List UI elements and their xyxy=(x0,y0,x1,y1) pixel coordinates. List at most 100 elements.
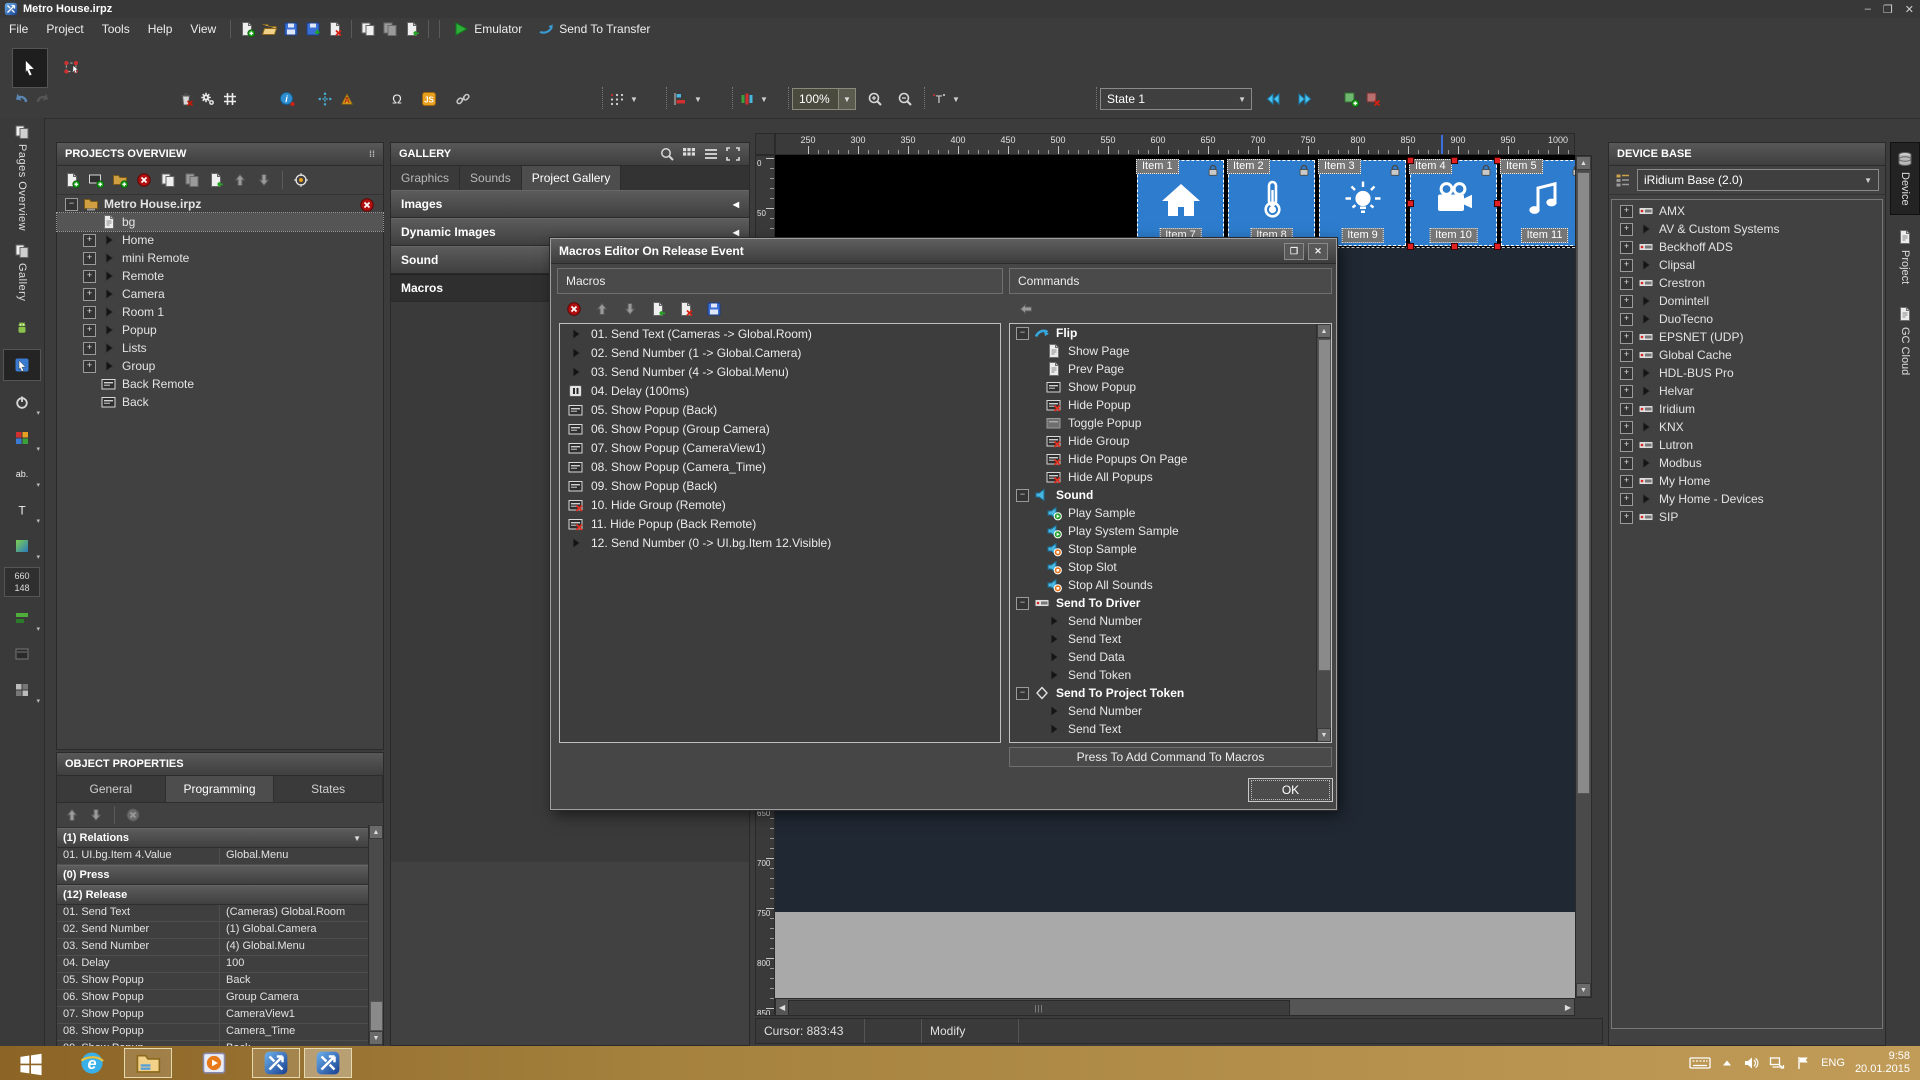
import-document-button[interactable] xyxy=(205,170,227,190)
delete-object-button[interactable] xyxy=(175,89,197,109)
macro-row[interactable]: 09. Show Popup (Back) xyxy=(560,476,1000,495)
ok-button[interactable]: OK xyxy=(1248,778,1333,802)
device-lutron[interactable]: +Lutron xyxy=(1612,436,1882,454)
group-arrow-icon[interactable]: ▼ xyxy=(353,834,361,843)
redo-button[interactable] xyxy=(32,89,54,109)
command-show-page[interactable]: Show Page xyxy=(1010,342,1331,360)
macro-row[interactable]: 02. Send Number (1 -> Global.Camera) xyxy=(560,343,1000,362)
command-hide-popups-on-page[interactable]: Hide Popups On Page xyxy=(1010,450,1331,468)
property-row[interactable]: 08. Show PopupCamera_Time xyxy=(57,1024,383,1041)
device-my-home-devices[interactable]: +My Home - Devices xyxy=(1612,490,1882,508)
device-knx[interactable]: +KNX xyxy=(1612,418,1882,436)
maximize-button[interactable]: ❐ xyxy=(1883,3,1893,16)
command-toggle-popup[interactable]: Toggle Popup xyxy=(1010,414,1331,432)
distribute-button[interactable] xyxy=(736,89,758,109)
search-button[interactable] xyxy=(659,146,675,162)
selection-handle[interactable] xyxy=(1407,243,1414,250)
expand-box-icon[interactable]: + xyxy=(1620,277,1633,290)
canvas-item-item-1[interactable]: Item 1Item 7 xyxy=(1137,160,1224,246)
macros-list[interactable]: 01. Send Text (Cameras -> Global.Room)02… xyxy=(559,323,1001,743)
tree-item-popup[interactable]: +Popup xyxy=(57,321,383,339)
expand-box-icon[interactable]: + xyxy=(83,306,96,319)
device-my-home[interactable]: +My Home xyxy=(1612,472,1882,490)
save-button[interactable] xyxy=(703,299,725,319)
device-beckhoff-ads[interactable]: +Beckhoff ADS xyxy=(1612,238,1882,256)
expand-box-icon[interactable]: + xyxy=(83,252,96,265)
selection-handle[interactable] xyxy=(1407,200,1414,207)
side-tab-gc-cloud[interactable]: GC Cloud xyxy=(1890,298,1920,383)
tree-item-group[interactable]: +Group xyxy=(57,357,383,375)
command-stop-sample[interactable]: Stop Sample xyxy=(1010,540,1331,558)
command-play-sample[interactable]: Play Sample xyxy=(1010,504,1331,522)
tree-item-back-remote[interactable]: Back Remote xyxy=(57,375,383,393)
save-button[interactable] xyxy=(280,19,302,39)
tree-item-mini-remote[interactable]: +mini Remote xyxy=(57,249,383,267)
gallery-tab-project-gallery[interactable]: Project Gallery xyxy=(522,166,622,190)
move-down-button[interactable] xyxy=(253,170,275,190)
selection-handle[interactable] xyxy=(1451,243,1458,250)
network-icon[interactable] xyxy=(1769,1055,1785,1071)
move-down-button[interactable] xyxy=(619,299,641,319)
dropdown-caret-icon[interactable]: ▼ xyxy=(760,95,768,104)
command-hide-popup[interactable]: Hide Popup xyxy=(1010,396,1331,414)
grid-button[interactable] xyxy=(219,89,241,109)
view-grid-button[interactable] xyxy=(681,146,697,162)
canvas-vertical-scrollbar[interactable]: ▲ ▼ xyxy=(1575,155,1592,998)
command-send-number[interactable]: Send Number xyxy=(1010,702,1331,720)
device-hdl-bus-pro[interactable]: +HDL-BUS Pro xyxy=(1612,364,1882,382)
expand-box-icon[interactable]: + xyxy=(1620,421,1633,434)
dialog-close-button[interactable]: ✕ xyxy=(1308,243,1328,260)
delete-gray-button[interactable] xyxy=(122,805,144,825)
taskbar-media-player[interactable] xyxy=(190,1048,238,1078)
transform-tool-button[interactable] xyxy=(58,52,86,82)
start-button[interactable] xyxy=(6,1048,54,1078)
taskbar-file-explorer[interactable] xyxy=(124,1048,172,1078)
macro-row[interactable]: 06. Show Popup (Group Camera) xyxy=(560,419,1000,438)
command-send-number[interactable]: Send Number xyxy=(1010,612,1331,630)
align-button[interactable] xyxy=(670,89,692,109)
collapse-box-icon[interactable]: − xyxy=(1016,687,1029,700)
macro-row[interactable]: 05. Show Popup (Back) xyxy=(560,400,1000,419)
device-base-dropdown[interactable]: iRidium Base (2.0) ▼ xyxy=(1637,169,1879,191)
menu-help[interactable]: Help xyxy=(139,22,182,36)
bars-tool[interactable]: ▾ xyxy=(4,603,40,633)
script-js-button[interactable]: JS xyxy=(418,89,440,109)
zoom-dropdown-button[interactable]: ▼ xyxy=(838,89,855,109)
dialog-restore-button[interactable]: ❐ xyxy=(1284,243,1304,260)
close-button[interactable]: ✕ xyxy=(1905,3,1914,16)
canvas-horizontal-scrollbar[interactable]: ◀ ||| ▶ xyxy=(775,998,1575,1016)
selection-handle[interactable] xyxy=(1451,157,1458,164)
text-tool-button[interactable]: T xyxy=(928,89,950,109)
command-send-text[interactable]: Send Text xyxy=(1010,630,1331,648)
expand-box-icon[interactable]: − xyxy=(65,198,78,211)
command-hide-all-popups[interactable]: Hide All Popups xyxy=(1010,468,1331,486)
move-up-button[interactable] xyxy=(61,805,83,825)
macro-row[interactable]: 12. Send Number (0 -> UI.bg.Item 12.Visi… xyxy=(560,533,1000,552)
expand-box-icon[interactable]: + xyxy=(83,324,96,337)
canvas-item-item-3[interactable]: Item 3Item 9 xyxy=(1319,160,1406,246)
tree-item-remote[interactable]: +Remote xyxy=(57,267,383,285)
import-document-button[interactable] xyxy=(401,19,423,39)
touch-keyboard-icon[interactable] xyxy=(1689,1054,1711,1072)
prev-state-button[interactable] xyxy=(1262,89,1284,109)
property-group-header[interactable]: (12) Release▼ xyxy=(57,885,383,905)
expand-box-icon[interactable]: + xyxy=(83,342,96,355)
property-row[interactable]: 01. Send Text(Cameras) Global.Room xyxy=(57,905,383,922)
undo-button[interactable] xyxy=(10,89,32,109)
properties-tab-programming[interactable]: Programming xyxy=(166,776,275,802)
macro-row[interactable]: 08. Show Popup (Camera_Time) xyxy=(560,457,1000,476)
gradient-tool[interactable]: ▾ xyxy=(4,531,40,561)
canvas-item-item-4[interactable]: Item 4Item 10 xyxy=(1410,160,1497,246)
command-stop-slot[interactable]: Stop Slot xyxy=(1010,558,1331,576)
property-group-header[interactable]: (0) Press◀ xyxy=(57,865,383,885)
properties-tab-general[interactable]: General xyxy=(57,776,166,802)
sidebar-tab-pages-overview[interactable]: Pages Overview xyxy=(14,118,30,237)
property-row[interactable]: 04. Delay100 xyxy=(57,956,383,973)
collapse-box-icon[interactable]: − xyxy=(1016,327,1029,340)
settings-gears-button[interactable] xyxy=(197,89,219,109)
pointer-tool[interactable] xyxy=(3,349,41,381)
delete-project-icon[interactable] xyxy=(359,197,375,213)
zoom-out-button[interactable] xyxy=(894,89,916,109)
macro-row[interactable]: 10. Hide Group (Remote) xyxy=(560,495,1000,514)
property-group-header[interactable]: (1) Relations▼… xyxy=(57,828,383,848)
